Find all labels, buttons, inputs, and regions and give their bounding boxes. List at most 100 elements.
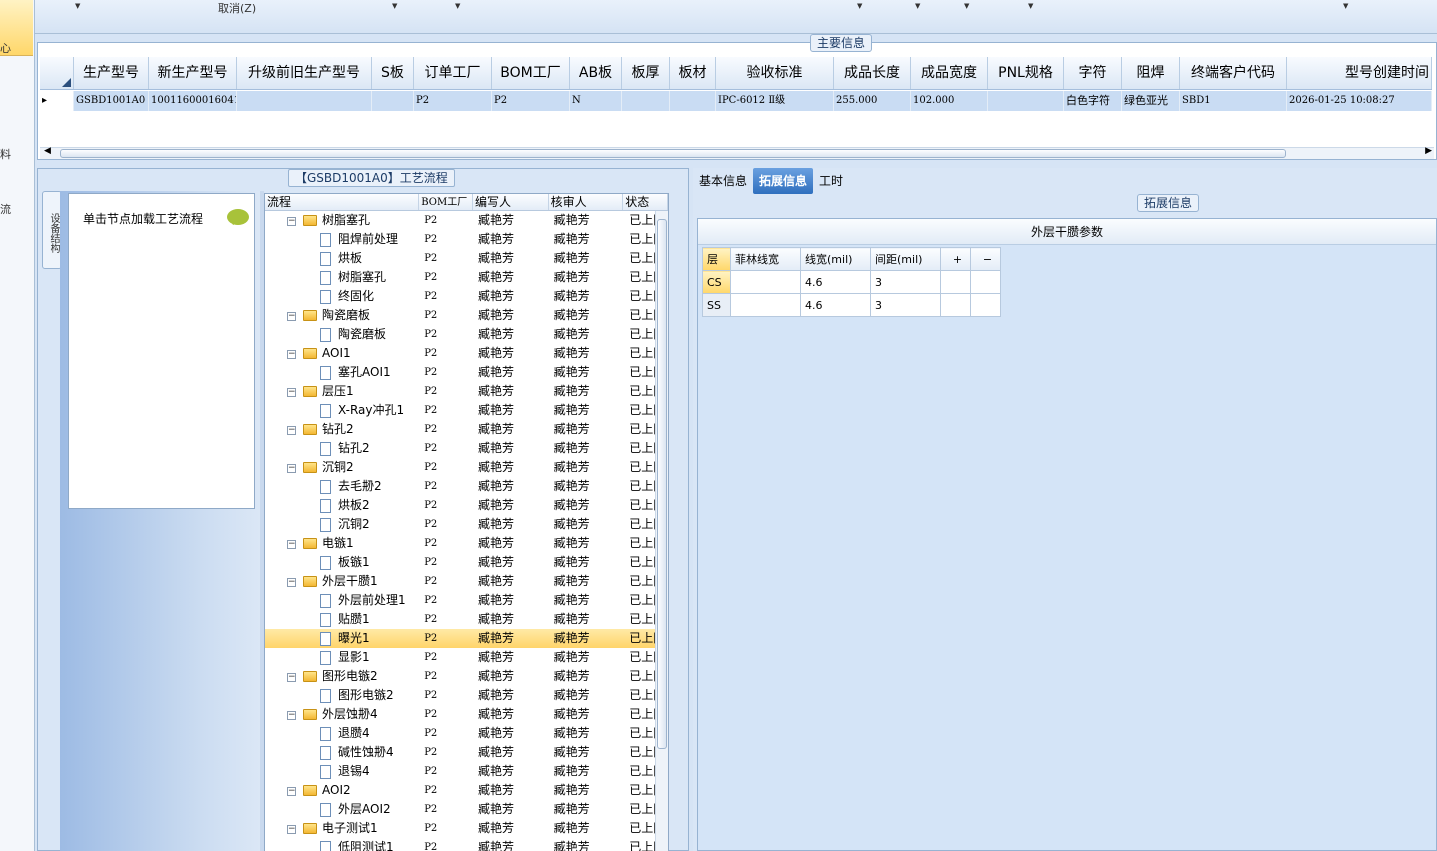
cancel-button[interactable]: 取消(Z) (218, 0, 256, 16)
table-cell[interactable]: 3 (870, 270, 941, 294)
tree-node[interactable]: − 外层蚀刱4 (265, 705, 419, 724)
table-cell[interactable] (940, 293, 971, 317)
table-cell[interactable]: 臧艳芳 (549, 420, 624, 439)
table-cell[interactable]: P2 (419, 287, 473, 306)
table-cell[interactable] (622, 91, 670, 111)
tree-node[interactable]: 烘板 (265, 249, 419, 268)
table-cell[interactable]: P2 (419, 705, 473, 724)
table-cell[interactable]: 臧艳芳 (549, 325, 624, 344)
scrollbar-thumb[interactable] (657, 219, 667, 749)
table-cell[interactable]: 臧艳芳 (473, 420, 549, 439)
table-cell[interactable]: 臧艳芳 (473, 686, 549, 705)
column-header[interactable]: 层 (702, 247, 731, 271)
table-cell[interactable]: 臧艳芳 (473, 667, 549, 686)
table-cell[interactable]: 臧艳芳 (549, 838, 624, 851)
tree-row[interactable]: − 外层干臜1 P2 臧艳芳 臧艳芳 已上网 (265, 572, 668, 591)
tree-row[interactable]: 图形电镞2 P2 臧艳芳 臧艳芳 已上网 (265, 686, 668, 705)
table-cell[interactable]: 臧艳芳 (473, 268, 549, 287)
table-cell[interactable]: P2 (419, 781, 473, 800)
column-header[interactable]: 生产型号 (74, 57, 149, 89)
tree-row[interactable]: 曝光1 P2 臧艳芳 臧艳芳 已上网 (265, 629, 668, 648)
tree-node[interactable]: 退锡4 (265, 762, 419, 781)
table-cell[interactable]: 臧艳芳 (473, 249, 549, 268)
table-cell[interactable]: 臧艳芳 (473, 306, 549, 325)
table-cell[interactable]: 臧艳芳 (473, 762, 549, 781)
tab-work-hours[interactable]: 工时 (813, 168, 849, 194)
table-cell[interactable]: 臧艳芳 (549, 591, 624, 610)
table-cell[interactable]: P2 (419, 401, 473, 420)
table-cell[interactable]: P2 (419, 534, 473, 553)
tab-basic-info[interactable]: 基本信息 (693, 168, 753, 194)
table-cell[interactable]: P2 (419, 743, 473, 762)
table-cell[interactable] (988, 91, 1064, 111)
column-header[interactable]: 成品宽度 (911, 57, 988, 89)
column-header[interactable]: PNL规格 (988, 57, 1064, 89)
tree-row[interactable]: 碱性蚀刱4 P2 臧艳芳 臧艳芳 已上网 (265, 743, 668, 762)
table-cell[interactable]: 臧艳芳 (473, 553, 549, 572)
scroll-left-icon[interactable]: ◀ (44, 146, 51, 156)
table-cell[interactable]: P2 (419, 458, 473, 477)
tree-node[interactable]: 沉铜2 (265, 515, 419, 534)
table-cell[interactable]: 臧艳芳 (549, 705, 624, 724)
table-cell[interactable]: 臧艳芳 (549, 572, 624, 591)
table-cell[interactable]: P2 (419, 648, 473, 667)
table-cell[interactable]: 臧艳芳 (549, 819, 624, 838)
tree-row[interactable]: 贴臜1 P2 臧艳芳 臧艳芳 已上网 (265, 610, 668, 629)
tree-node[interactable]: 陶瓷磨板 (265, 325, 419, 344)
table-cell[interactable]: P2 (419, 477, 473, 496)
column-header[interactable]: 升级前旧生产型号 (237, 57, 372, 89)
tree-node[interactable]: X-Ray冲孔1 (265, 401, 419, 420)
table-cell[interactable]: 臧艳芳 (473, 629, 549, 648)
table-cell[interactable]: P2 (414, 91, 492, 111)
table-cell[interactable]: P2 (419, 306, 473, 325)
table-cell[interactable]: 3 (870, 293, 941, 317)
table-cell[interactable]: 臧艳芳 (473, 496, 549, 515)
table-cell[interactable]: 臧艳芳 (549, 515, 624, 534)
table-cell[interactable]: 臧艳芳 (473, 382, 549, 401)
column-header[interactable]: 订单工厂 (414, 57, 492, 89)
table-cell[interactable]: 臧艳芳 (549, 439, 624, 458)
table-cell[interactable]: 臧艳芳 (549, 249, 624, 268)
tree-row[interactable]: − 电镞1 P2 臧艳芳 臧艳芳 已上网 (265, 534, 668, 553)
table-cell[interactable]: 臧艳芳 (473, 211, 549, 230)
column-header[interactable]: 状态 (623, 194, 668, 210)
tree-node[interactable]: 阻焊前处理 (265, 230, 419, 249)
table-cell[interactable]: 臧艳芳 (549, 743, 624, 762)
tab-extended-info[interactable]: 拓展信息 (753, 168, 814, 194)
tree-row[interactable]: 塞孔AOI1 P2 臧艳芳 臧艳芳 已上网 (265, 363, 668, 382)
tree-row[interactable]: − AOI2 P2 臧艳芳 臧艳芳 已上网 (265, 781, 668, 800)
tree-row[interactable]: − 电子测试1 P2 臧艳芳 臧艳芳 已上网 (265, 819, 668, 838)
tree-node[interactable]: − 电子测试1 (265, 819, 419, 838)
collapse-icon[interactable]: − (287, 711, 296, 720)
column-header[interactable]: 菲林线宽 (730, 247, 801, 271)
tree-node[interactable]: − 图形电镞2 (265, 667, 419, 686)
dropdown-arrow-icon[interactable]: ▼ (75, 2, 80, 10)
tree-row[interactable]: 阻焊前处理 P2 臧艳芳 臧艳芳 已上网 (265, 230, 668, 249)
table-cell[interactable]: 臧艳芳 (473, 363, 549, 382)
table-cell[interactable]: P2 (419, 439, 473, 458)
column-header[interactable]: 间距(mil) (870, 247, 941, 271)
table-cell[interactable]: P2 (492, 91, 570, 111)
table-cell[interactable]: 臧艳芳 (473, 515, 549, 534)
table-cell[interactable]: P2 (419, 325, 473, 344)
scrollbar-thumb[interactable] (60, 149, 1286, 158)
dropdown-arrow-icon[interactable]: ▼ (1343, 2, 1348, 10)
column-header[interactable]: 验收标准 (716, 57, 834, 89)
table-cell[interactable]: 臧艳芳 (473, 534, 549, 553)
column-header[interactable]: BOM工厂 (419, 194, 473, 210)
tree-node[interactable]: 曝光1 (265, 629, 419, 648)
tree-node[interactable]: − 陶瓷磨板 (265, 306, 419, 325)
table-cell[interactable]: P2 (419, 629, 473, 648)
table-cell[interactable]: 臧艳芳 (473, 401, 549, 420)
table-cell[interactable]: 臧艳芳 (473, 287, 549, 306)
tree-node[interactable]: 贴臜1 (265, 610, 419, 629)
dropdown-arrow-icon[interactable]: ▼ (915, 2, 920, 10)
collapse-icon[interactable]: − (287, 464, 296, 473)
column-header[interactable]: 阻焊 (1122, 57, 1180, 89)
table-cell[interactable]: P2 (419, 838, 473, 851)
table-cell[interactable]: 臧艳芳 (473, 458, 549, 477)
table-cell[interactable]: 臧艳芳 (549, 667, 624, 686)
table-cell[interactable]: 臧艳芳 (549, 800, 624, 819)
table-cell[interactable]: 臧艳芳 (473, 610, 549, 629)
table-cell[interactable] (372, 91, 414, 111)
